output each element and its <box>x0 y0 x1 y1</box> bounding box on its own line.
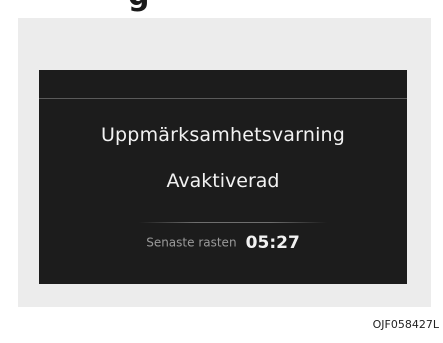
last-rest-label: Senaste rasten <box>146 235 237 250</box>
status-divider <box>139 222 327 223</box>
cut-off-heading: g <box>128 0 150 13</box>
warning-status: Avaktiverad <box>166 170 280 192</box>
last-rest-row: Senaste rasten 05:27 <box>39 232 407 253</box>
top-divider <box>39 98 407 99</box>
figure-code: OJF058427L <box>372 318 439 331</box>
warning-title: Uppmärksamhetsvarning <box>100 124 346 146</box>
cluster-display: Uppmärksamhetsvarning Avaktiverad Senast… <box>39 70 407 284</box>
page: g Uppmärksamhetsvarning Avaktiverad Sena… <box>0 0 443 343</box>
last-rest-time: 05:27 <box>245 232 300 253</box>
